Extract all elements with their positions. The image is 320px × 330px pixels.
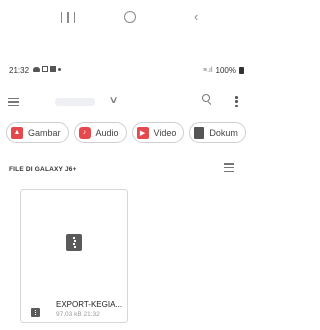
list-view-icon[interactable] <box>224 163 234 172</box>
location-dropdown[interactable] <box>55 98 95 106</box>
signal-icon: ≡.ıl <box>203 67 213 74</box>
search-icon[interactable] <box>202 94 214 106</box>
zip-icon <box>66 234 82 251</box>
chip-audio[interactable]: ♪ Audio <box>73 122 127 143</box>
recent-apps-icon[interactable] <box>61 12 75 24</box>
section-title: FILE DI GALAXY J6+ <box>9 166 77 173</box>
status-time: 21:32 <box>9 66 30 75</box>
file-meta: 97,03 kB 21:32 <box>56 311 100 318</box>
image-icon: ▲ <box>11 126 23 139</box>
audio-icon: ♪ <box>78 126 91 139</box>
chip-label: Audio <box>95 127 119 138</box>
app-toolbar: ∨ <box>0 90 255 112</box>
status-right: ≡.ıl 100% <box>203 66 244 75</box>
chip-label: Gambar <box>28 127 61 138</box>
back-icon[interactable]: ‹ <box>194 10 198 23</box>
notification-icons <box>33 66 61 72</box>
chevron-down-icon[interactable]: ∨ <box>109 95 119 106</box>
file-card[interactable]: EXPORT-KEGIA... 97,03 kB 21:32 <box>20 189 128 323</box>
chip-label: Video <box>153 127 177 138</box>
battery-percentage: 100% <box>215 66 236 75</box>
chip-label: Dokum <box>209 127 238 138</box>
video-icon: ▶ <box>136 126 149 139</box>
cloud-icon <box>33 66 40 72</box>
system-navigation-bar: ‹ <box>0 0 255 46</box>
status-bar: 21:32 ≡.ıl 100% <box>0 63 255 77</box>
more-options-icon[interactable] <box>235 96 238 107</box>
gallery-icon <box>42 66 48 72</box>
photo-icon <box>50 66 56 72</box>
menu-icon[interactable] <box>8 98 19 106</box>
battery-icon <box>239 67 244 74</box>
category-chips: ▲ Gambar ♪ Audio ▶ Video Dokum <box>6 122 246 144</box>
zip-icon-small <box>31 308 40 317</box>
more-notifications-icon <box>58 67 61 71</box>
file-name: EXPORT-KEGIA... <box>56 300 123 309</box>
chip-dokumen[interactable]: Dokum <box>189 122 246 143</box>
home-icon[interactable] <box>124 11 136 23</box>
chip-gambar[interactable]: ▲ Gambar <box>6 122 69 143</box>
chip-video[interactable]: ▶ Video <box>131 122 185 143</box>
document-icon <box>194 126 205 139</box>
